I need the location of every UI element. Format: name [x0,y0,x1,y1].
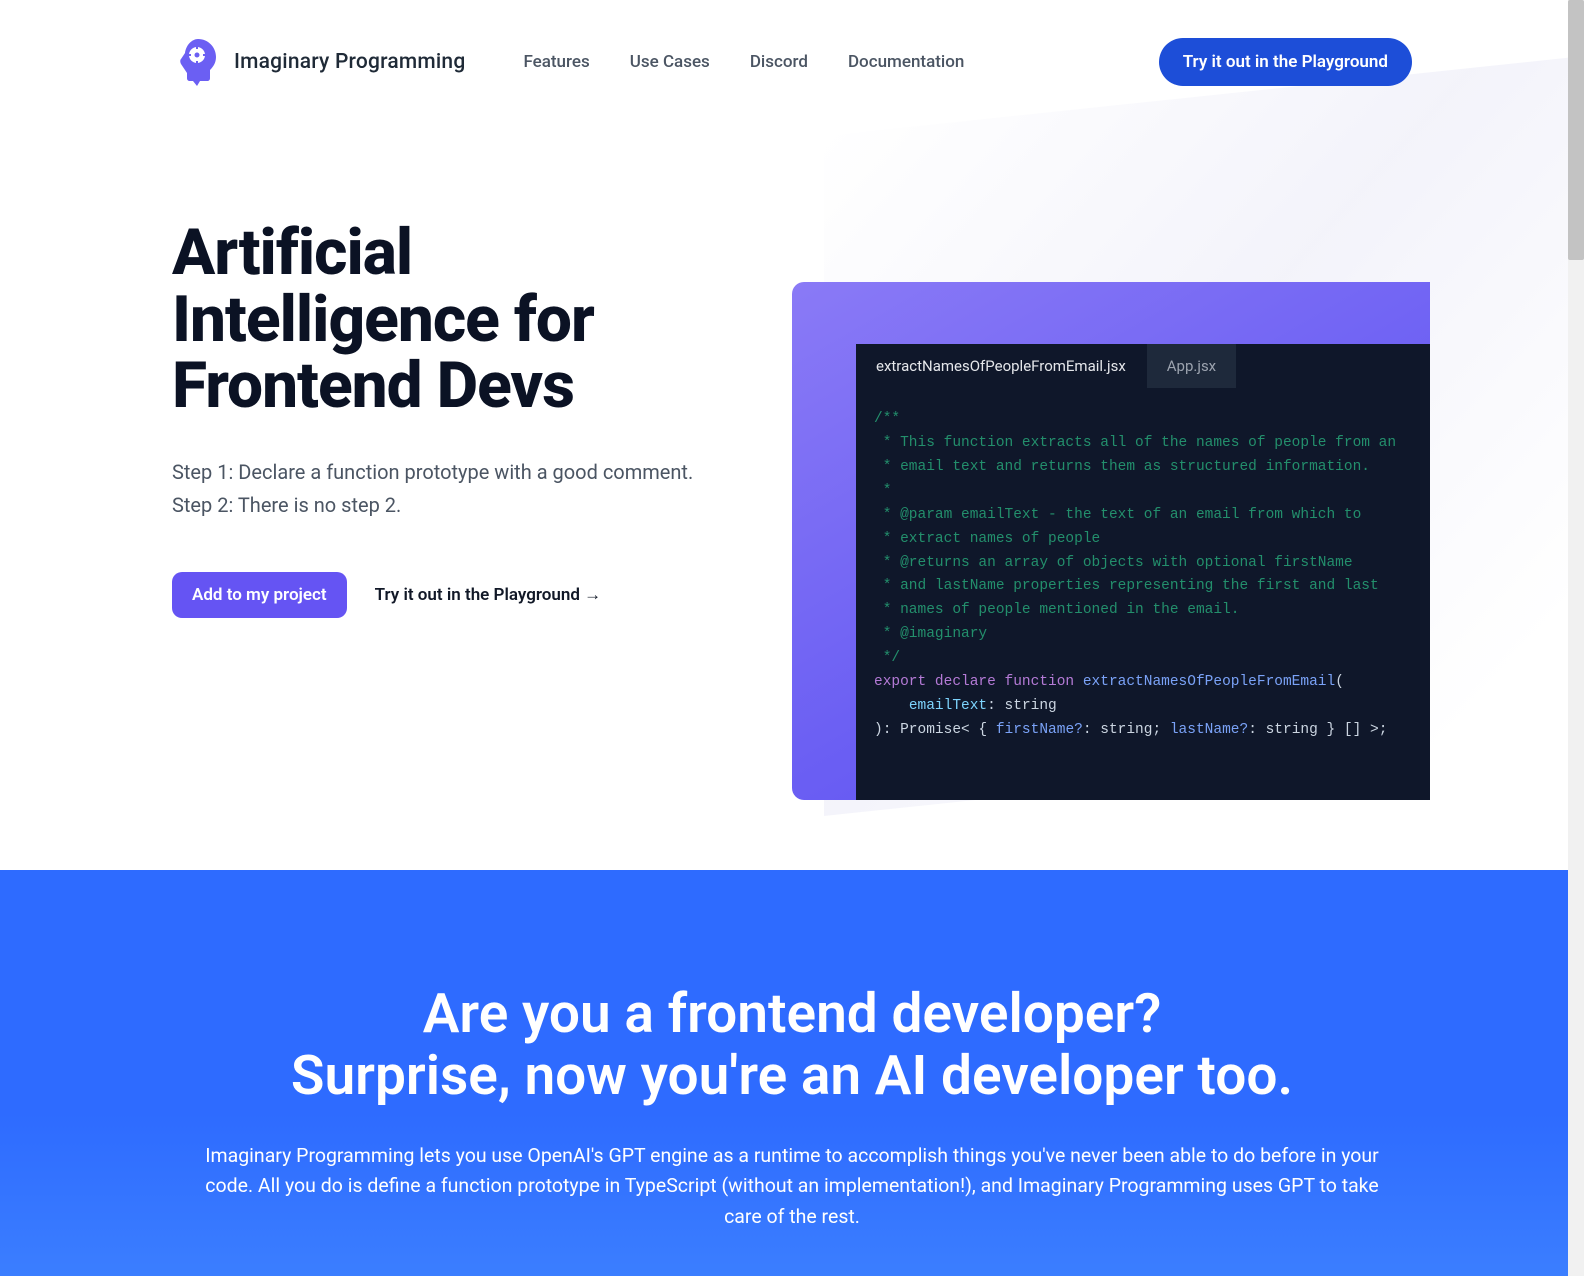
code-prop1: firstName? [996,722,1083,738]
code-comment-7: * @returns an array of objects with opti… [874,555,1353,571]
brand-name: Imaginary Programming [234,50,465,74]
hero-actions: Add to my project Try it out in the Play… [172,572,752,618]
playground-link[interactable]: Try it out in the Playground → [375,585,602,605]
scrollbar-thumb[interactable] [1568,0,1584,260]
add-to-project-button[interactable]: Add to my project [172,572,347,618]
code-body: /** * This function extracts all of the … [856,388,1430,763]
code-mid1: : string; [1083,722,1170,738]
editor-tabs: extractNamesOfPeopleFromEmail.jsx App.js… [856,344,1430,388]
code-param-type: : string [987,698,1057,714]
brand-logo-icon [172,36,220,88]
band-body: Imaginary Programming lets you use OpenA… [192,1141,1392,1232]
hero-title: Artificial Intelligence for Frontend Dev… [172,220,752,420]
nav-link-features[interactable]: Features [523,52,589,72]
code-comment-8: * and lastName properties representing t… [874,578,1379,594]
tab-extract-names[interactable]: extractNamesOfPeopleFromEmail.jsx [856,344,1147,388]
code-comment-11: */ [874,650,900,666]
hero-step-2: Step 2: There is no step 2. [172,489,752,522]
nav-link-discord[interactable]: Discord [750,52,808,72]
brand[interactable]: Imaginary Programming [172,36,465,88]
code-close: ): [874,722,900,738]
code-prop2: lastName? [1170,722,1248,738]
nav-link-use-cases[interactable]: Use Cases [630,52,710,72]
code-mid2: : string } [] >; [1248,722,1387,738]
code-comment-1: /** [874,411,900,427]
tab-app[interactable]: App.jsx [1147,344,1237,388]
band-title-line2: Surprise, now you're an AI developer too… [291,1044,1293,1108]
code-comment-5: * @param emailText - the text of an emai… [874,507,1361,523]
code-fn-name: extractNamesOfPeopleFromEmail [1083,674,1335,690]
top-nav: Imaginary Programming Features Use Cases… [0,0,1584,96]
band-title-line1: Are you a frontend developer? [423,982,1162,1046]
code-comment-10: * @imaginary [874,626,987,642]
nav-cta-playground[interactable]: Try it out in the Playground [1159,38,1412,86]
code-comment-4: * [874,483,891,499]
nav-link-documentation[interactable]: Documentation [848,52,964,72]
hero-step-1: Step 1: Declare a function prototype wit… [172,456,752,489]
band-title: Are you a frontend developer? Surprise, … [172,984,1412,1107]
code-open: ( [1335,674,1344,690]
code-card: extractNamesOfPeopleFromEmail.jsx App.js… [792,282,1430,800]
code-comment-6: * extract names of people [874,531,1100,547]
hero-text: Artificial Intelligence for Frontend Dev… [172,188,752,796]
hero: Artificial Intelligence for Frontend Dev… [0,96,1584,796]
scrollbar[interactable] [1568,0,1584,1276]
code-kw: export declare function [874,674,1083,690]
code-comment-9: * names of people mentioned in the email… [874,602,1239,618]
code-ret-prefix: Promise< { [900,722,996,738]
code-param-name: emailText [909,698,987,714]
hero-steps: Step 1: Declare a function prototype wit… [172,456,752,522]
code-editor: extractNamesOfPeopleFromEmail.jsx App.js… [856,344,1430,800]
nav-links: Features Use Cases Discord Documentation [523,52,964,72]
code-comment-3: * email text and returns them as structu… [874,459,1370,475]
band-section: Are you a frontend developer? Surprise, … [0,870,1584,1276]
code-comment-2: * This function extracts all of the name… [874,435,1396,451]
